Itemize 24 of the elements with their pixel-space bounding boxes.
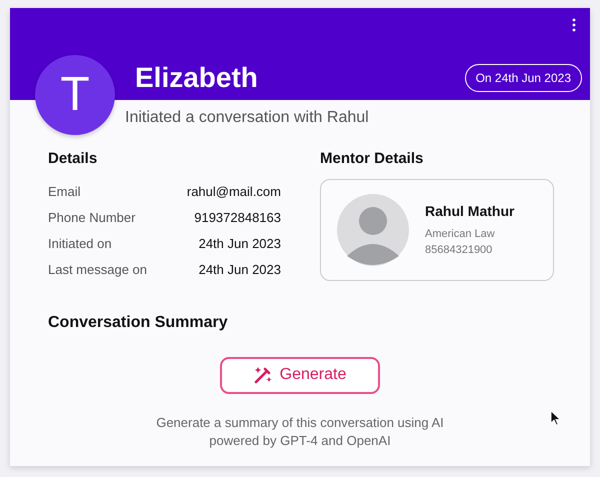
mentor-field: American Law [425, 226, 514, 242]
field-label: Email [48, 182, 81, 201]
avatar-placeholder-icon [337, 194, 409, 266]
user-name: Elizabeth [135, 64, 258, 92]
field-value: 24th Jun 2023 [198, 234, 281, 253]
summary-description: Generate a summary of this conversation using AI powered by GPT-4 and OpenAI [156, 414, 444, 450]
mentor-phone: 85684321900 [425, 243, 494, 258]
section-title: Conversation Summary [47, 312, 229, 332]
more-icon[interactable] [572, 18, 576, 32]
mentor-name: Rahul Mathur [425, 202, 514, 220]
generate-button[interactable]: Generate [220, 356, 380, 394]
field-label: Phone Number [48, 208, 136, 227]
field-value: 919372848163 [194, 208, 281, 227]
magic-wand-icon [254, 366, 272, 384]
avatar: T [35, 55, 115, 135]
section-title: Mentor Details [320, 149, 424, 169]
subtitle: Initiated a conversation with Rahul [124, 108, 370, 128]
field-value: 24th Jun 2023 [198, 260, 281, 279]
field-label: Initiated on [48, 234, 112, 253]
field-value: rahul@mail.com [186, 182, 281, 201]
section-title: Details [48, 149, 98, 169]
field-label: Last message on [48, 260, 148, 279]
cursor-icon [550, 410, 561, 426]
date-badge: On 24th Jun 2023 [464, 64, 582, 92]
